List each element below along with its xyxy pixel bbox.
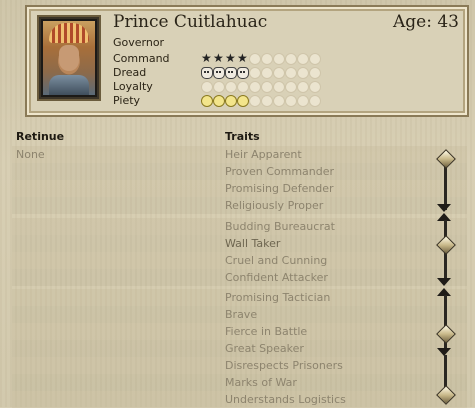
- traits-header: Traits: [225, 130, 260, 143]
- empty-pip-icon: [285, 67, 297, 79]
- empty-pip-icon: [225, 81, 237, 93]
- retinue-header: Retinue: [16, 130, 65, 143]
- empty-pip-icon: [237, 81, 249, 93]
- skull-icon: [237, 67, 249, 79]
- trait-item[interactable]: Religiously Proper: [225, 199, 323, 212]
- empty-pip-icon: [273, 95, 285, 107]
- empty-pip-icon: [297, 67, 309, 79]
- retinue-item: None: [16, 148, 45, 161]
- empty-pip-icon: [249, 67, 261, 79]
- empty-pip-icon: [249, 53, 261, 65]
- trait-item[interactable]: Fierce in Battle: [225, 325, 307, 338]
- empty-pip-icon: [309, 95, 321, 107]
- empty-pip-icon: [249, 95, 261, 107]
- attribute-label: Loyalty: [113, 80, 153, 93]
- halo-icon: [201, 95, 213, 107]
- skull-icon: [201, 67, 213, 79]
- empty-pip-icon: [285, 53, 297, 65]
- skull-icon: [225, 67, 237, 79]
- star-icon: ★: [225, 51, 236, 65]
- portrait-frame[interactable]: [37, 15, 101, 101]
- armor-icon: [49, 75, 89, 95]
- trait-item[interactable]: Confident Attacker: [225, 271, 328, 284]
- empty-pip-icon: [213, 81, 225, 93]
- star-icon: ★: [237, 51, 248, 65]
- trait-item[interactable]: Brave: [225, 308, 257, 321]
- star-icon: ★: [201, 51, 212, 65]
- character-portrait: [43, 21, 95, 95]
- trait-item[interactable]: Marks of War: [225, 376, 297, 389]
- empty-pip-icon: [273, 67, 285, 79]
- character-age: Age: 43: [393, 12, 459, 32]
- character-name: Prince Cuitlahuac: [113, 12, 268, 32]
- empty-pip-icon: [273, 81, 285, 93]
- empty-pip-icon: [309, 81, 321, 93]
- attribute-label: Piety: [113, 94, 141, 107]
- attribute-label: Dread: [113, 66, 147, 79]
- empty-pip-icon: [261, 95, 273, 107]
- trait-item[interactable]: Disrespects Prisoners: [225, 359, 343, 372]
- character-card: Prince Cuitlahuac Age: 43 Governor Comma…: [25, 5, 469, 117]
- attribute-label: Command: [113, 52, 170, 65]
- empty-pip-icon: [273, 53, 285, 65]
- trait-item[interactable]: Understands Logistics: [225, 393, 346, 406]
- trait-item[interactable]: Great Speaker: [225, 342, 304, 355]
- trait-item[interactable]: Heir Apparent: [225, 148, 302, 161]
- empty-pip-icon: [261, 53, 273, 65]
- empty-pip-icon: [285, 95, 297, 107]
- empty-pip-icon: [201, 81, 213, 93]
- star-icon: ★: [213, 51, 224, 65]
- trait-item[interactable]: Promising Defender: [225, 182, 334, 195]
- face-icon: [59, 45, 79, 71]
- chain-arrow-down-icon: [437, 204, 451, 212]
- empty-pip-icon: [309, 53, 321, 65]
- empty-pip-icon: [249, 81, 261, 93]
- character-office: Governor: [113, 36, 165, 49]
- halo-icon: [237, 95, 249, 107]
- trait-item[interactable]: Cruel and Cunning: [225, 254, 327, 267]
- trait-item[interactable]: Budding Bureaucrat: [225, 220, 335, 233]
- empty-pip-icon: [297, 95, 309, 107]
- empty-pip-icon: [297, 81, 309, 93]
- empty-pip-icon: [261, 81, 273, 93]
- empty-pip-icon: [309, 67, 321, 79]
- trait-item[interactable]: Proven Commander: [225, 165, 334, 178]
- empty-pip-icon: [285, 81, 297, 93]
- halo-icon: [213, 95, 225, 107]
- skull-icon: [213, 67, 225, 79]
- empty-pip-icon: [297, 53, 309, 65]
- headdress-icon: [49, 23, 89, 43]
- trait-item[interactable]: Promising Tactician: [225, 291, 330, 304]
- trait-item[interactable]: Wall Taker: [225, 237, 280, 250]
- chain-arrow-down-icon: [437, 278, 451, 286]
- empty-pip-icon: [261, 67, 273, 79]
- halo-icon: [225, 95, 237, 107]
